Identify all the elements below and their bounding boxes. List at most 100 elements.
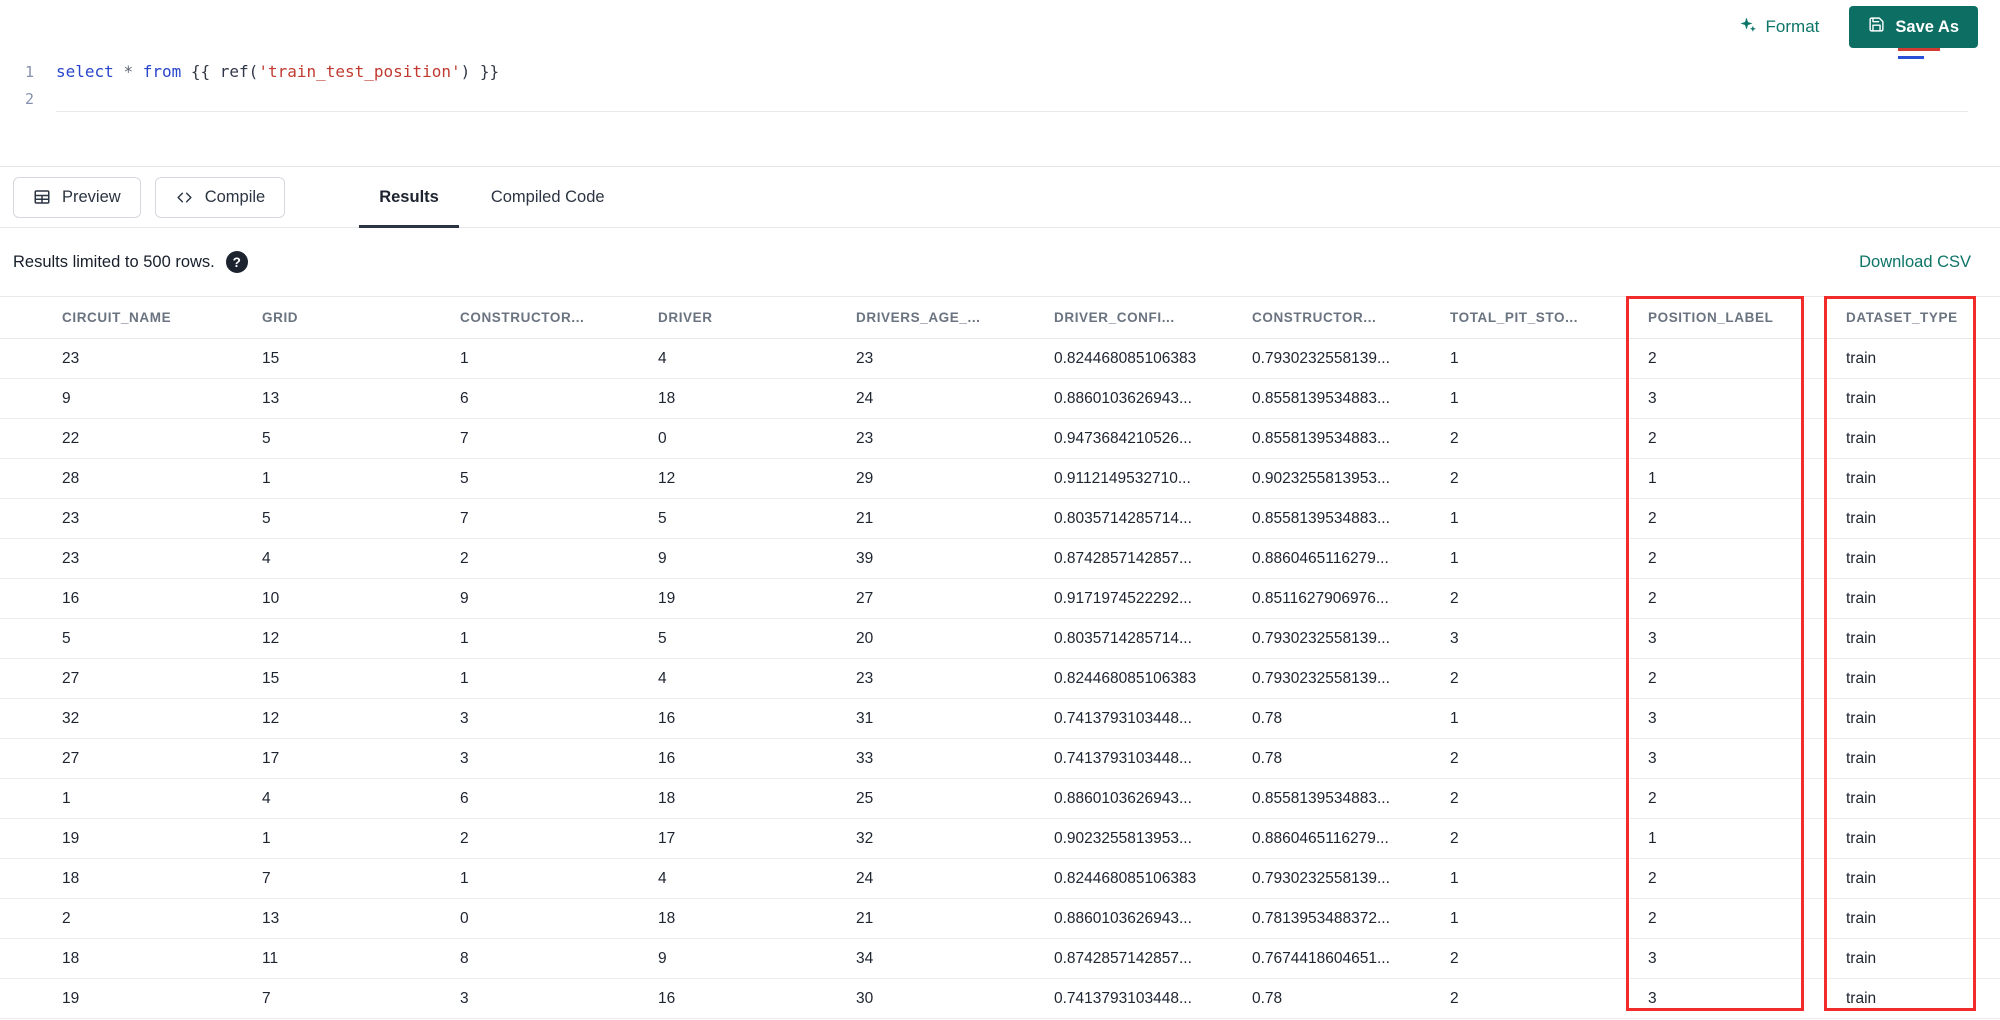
table-row: 32 12 3 16 31 0.7413793103448... 0.78 1 3 train	[0, 698, 2000, 739]
table-cell: 30	[856, 978, 1054, 1019]
table-cell: 5	[658, 498, 856, 539]
table-cell: 27	[0, 658, 262, 699]
table-cell: 18	[0, 858, 262, 899]
column-header[interactable]: CIRCUIT_NAME	[0, 296, 262, 339]
table-cell: train	[1846, 378, 2000, 419]
table-cell: 0.7413793103448...	[1054, 978, 1252, 1019]
column-header[interactable]: GRID	[262, 296, 460, 339]
table-cell: 1	[262, 458, 460, 499]
preview-button[interactable]: Preview	[13, 176, 141, 218]
column-header[interactable]: DRIVERS_AGE_...	[856, 296, 1054, 339]
table-cell: 0.824468085106383	[1054, 858, 1252, 899]
download-csv-link[interactable]: Download CSV	[1859, 253, 1971, 272]
column-header[interactable]: CONSTRUCTOR...	[1252, 296, 1450, 339]
minimap-string-mark	[1898, 48, 1940, 51]
table-cell: 0.8035714285714...	[1054, 498, 1252, 539]
table-cell: train	[1846, 938, 2000, 979]
table-cell: 6	[460, 778, 658, 819]
table-cell: 5	[262, 418, 460, 459]
table-cell: 23	[856, 338, 1054, 379]
table-cell: 28	[0, 458, 262, 499]
table-cell: 24	[856, 858, 1054, 899]
editor-line[interactable]: 1 select * from {{ ref('train_test_positi…	[0, 58, 2000, 85]
column-header[interactable]: DRIVER_CONFI...	[1054, 296, 1252, 339]
compile-button[interactable]: Compile	[154, 176, 286, 218]
table-cell: 0.7930232558139...	[1252, 618, 1450, 659]
table-cell: 16	[0, 578, 262, 619]
table-cell: 3	[460, 698, 658, 739]
table-cell: 9	[658, 538, 856, 579]
table-cell: 6	[460, 378, 658, 419]
table-cell: 23	[0, 538, 262, 579]
table-row: 22 5 7 0 23 0.9473684210526... 0.8558139534883…	[0, 418, 2000, 459]
table-cell: 0.78	[1252, 698, 1450, 739]
table-cell: train	[1846, 698, 2000, 739]
code-line-content[interactable]	[56, 86, 1968, 112]
format-button[interactable]: Format	[1739, 16, 1820, 39]
tab-results[interactable]: Results	[353, 167, 465, 228]
table-cell: 4	[658, 658, 856, 699]
table-cell: 0.8558139534883...	[1252, 498, 1450, 539]
table-cell: train	[1846, 898, 2000, 939]
table-cell: 0.8558139534883...	[1252, 778, 1450, 819]
table-cell: 1	[1648, 818, 1846, 859]
editor-line[interactable]: 2	[0, 85, 2000, 112]
table-cell: 2	[1648, 898, 1846, 939]
table-cell: 2	[1450, 658, 1648, 699]
table-cell: 0	[460, 898, 658, 939]
column-header[interactable]: DRIVER	[658, 296, 856, 339]
table-row: 27 17 3 16 33 0.7413793103448... 0.78 2 3 train	[0, 738, 2000, 779]
table-cell: 29	[856, 458, 1054, 499]
table-cell: 1	[1450, 538, 1648, 579]
table-cell: 2	[1648, 778, 1846, 819]
column-header[interactable]: DATASET_TYPE	[1846, 296, 2000, 339]
table-cell: 1	[1450, 698, 1648, 739]
table-cell: 0	[658, 418, 856, 459]
table-cell: 1	[1450, 898, 1648, 939]
code-token-plain: }}	[470, 62, 500, 81]
tab-compiled-code[interactable]: Compiled Code	[465, 167, 631, 227]
save-as-button[interactable]: Save As	[1849, 6, 1978, 48]
table-cell: 33	[856, 738, 1054, 779]
table-cell: 0.9112149532710...	[1054, 458, 1252, 499]
code-token-operator: *	[123, 62, 134, 81]
table-cell: 3	[1648, 978, 1846, 1019]
table-cell: 3	[1648, 938, 1846, 979]
table-cell: 0.8558139534883...	[1252, 418, 1450, 459]
table-cell: 2	[1450, 418, 1648, 459]
table-cell: 32	[856, 818, 1054, 859]
table-row: 2 13 0 18 21 0.8860103626943... 0.781395348837…	[0, 898, 2000, 939]
table-cell: 27	[856, 578, 1054, 619]
code-token-string: 'train_test_position'	[258, 62, 461, 81]
table-cell: 2	[1648, 418, 1846, 459]
table-cell: 0.9023255813953...	[1252, 458, 1450, 499]
table-cell: 3	[1648, 618, 1846, 659]
table-cell: 4	[658, 858, 856, 899]
minimap-keyword-mark	[1898, 56, 1924, 59]
table-cell: 3	[460, 978, 658, 1019]
table-cell: 1	[460, 658, 658, 699]
table-cell: 1	[460, 858, 658, 899]
save-as-label: Save As	[1895, 17, 1959, 36]
column-header[interactable]: CONSTRUCTOR...	[460, 296, 658, 339]
help-icon[interactable]: ?	[225, 251, 248, 273]
table-cell: 15	[262, 338, 460, 379]
sql-editor[interactable]: 1 select * from {{ ref('train_test_positi…	[0, 54, 2000, 166]
format-label: Format	[1765, 17, 1820, 36]
column-header[interactable]: POSITION_LABEL	[1648, 296, 1846, 339]
table-row: 18 7 1 4 24 0.824468085106383 0.7930232558139.…	[0, 858, 2000, 899]
save-icon	[1868, 16, 1885, 38]
table-row: 19 7 3 16 30 0.7413793103448... 0.78 2 3 train	[0, 978, 2000, 1019]
table-cell: 16	[658, 978, 856, 1019]
code-token-function: ref(	[219, 62, 259, 81]
table-cell: 17	[658, 818, 856, 859]
table-cell: 1	[0, 778, 262, 819]
column-header[interactable]: TOTAL_PIT_STO...	[1450, 296, 1648, 339]
table-cell: 15	[262, 658, 460, 699]
code-line-content[interactable]: select * from {{ ref('train_test_positio…	[56, 59, 1968, 85]
table-cell: train	[1846, 618, 2000, 659]
table-cell: 10	[262, 578, 460, 619]
table-cell: 7	[262, 978, 460, 1019]
